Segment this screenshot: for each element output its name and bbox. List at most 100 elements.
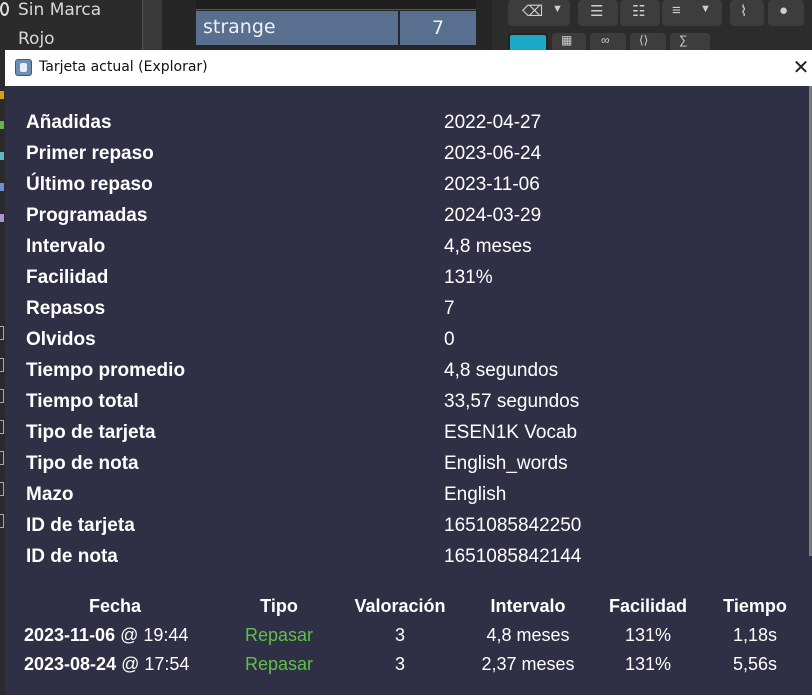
- info-label: Olvidos: [26, 329, 96, 350]
- review-type: Repasar: [244, 625, 314, 645]
- info-value: 4,8 segundos: [444, 360, 559, 381]
- info-row: Tiempo promedio 4,8 segundos: [26, 360, 786, 391]
- table-row[interactable]: [196, 0, 476, 10]
- info-row: Repasos 7: [26, 298, 786, 329]
- review-interval: 2,37 meses: [481, 654, 575, 674]
- review-time: 1,18s: [732, 625, 778, 645]
- info-row: ID de tarjeta 1651085842250: [26, 515, 786, 546]
- info-label: Tipo de nota: [26, 453, 139, 474]
- table-cell-count[interactable]: 7: [400, 11, 476, 45]
- info-value: 1651085842250: [444, 515, 582, 536]
- info-label: Facilidad: [26, 267, 109, 288]
- sidebar-item-rojo[interactable]: Rojo: [18, 29, 55, 49]
- info-value: ESEN1K Vocab: [444, 422, 578, 443]
- checkbox[interactable]: [0, 326, 4, 340]
- info-row: Facilidad 131%: [26, 267, 786, 298]
- info-value: English_words: [444, 453, 568, 474]
- info-value: 1651085842144: [444, 546, 582, 567]
- align-button[interactable]: ≡ ▼: [662, 0, 722, 26]
- info-value: 2023-11-06: [444, 174, 540, 195]
- search-icon: [0, 2, 9, 16]
- column-header-tipo: Tipo: [260, 596, 298, 616]
- info-value: 4,8 meses: [444, 236, 532, 257]
- background-scrollbar[interactable]: [142, 0, 162, 50]
- review-date: 2023-11-06 @ 19:44: [24, 625, 188, 646]
- record-button[interactable]: ●: [768, 0, 804, 26]
- info-value: 33,57 segundos: [444, 391, 580, 412]
- close-button[interactable]: ✕: [790, 50, 812, 86]
- bullet-list-icon: ☰: [590, 3, 604, 20]
- info-row: ID de nota 1651085842144: [26, 546, 786, 577]
- sidebar-item-sin-marca[interactable]: Sin Marca: [18, 0, 101, 20]
- microphone-icon: ●: [779, 2, 789, 19]
- info-label: Mazo: [26, 484, 74, 505]
- review-interval: 4,8 meses: [486, 625, 570, 645]
- info-value: 2024-03-29: [444, 205, 542, 226]
- info-label: Programadas: [26, 205, 148, 226]
- info-row: Olvidos 0: [26, 329, 786, 360]
- info-label: Repasos: [26, 298, 106, 319]
- review-date: 2023-08-24 @ 17:54: [24, 654, 189, 675]
- link-icon: ∞: [601, 33, 610, 47]
- info-label: Añadidas: [26, 112, 112, 133]
- eraser-button[interactable]: ⌫ ▼: [508, 0, 570, 26]
- dialog-titlebar[interactable]: Tarjeta actual (Explorar) ✕: [5, 50, 812, 86]
- chevron-down-icon: ▼: [700, 3, 711, 15]
- attach-button[interactable]: ⌇: [730, 0, 764, 26]
- checkbox[interactable]: [0, 358, 4, 372]
- editor-toolbar: ⌫ ▼ ☰ ☷ ≡ ▼ ⌇ ● ▦ ∞ ⟨⟩ ∑: [492, 0, 812, 53]
- highlight-icon: ▦: [561, 33, 573, 47]
- column-header-tiempo: Tiempo: [723, 596, 787, 616]
- review-time: 5,56s: [732, 654, 778, 674]
- info-row: Tipo de nota English_words: [26, 453, 786, 484]
- dialog-content: Añadidas 2022-04-27 Primer repaso 2023-06-2…: [5, 86, 812, 695]
- flag-color-icon: [0, 214, 4, 222]
- column-header-fecha: Fecha: [88, 596, 142, 616]
- review-rating: 3: [394, 654, 405, 674]
- app-icon: [15, 59, 32, 76]
- info-value: 131%: [444, 267, 493, 288]
- math-icon: ∑: [679, 33, 688, 47]
- table-cell-term[interactable]: strange: [196, 11, 398, 45]
- info-label: Tiempo total: [26, 391, 139, 412]
- info-row: Tiempo total 33,57 segundos: [26, 391, 786, 422]
- info-row: Tipo de tarjeta ESEN1K Vocab: [26, 422, 786, 453]
- eraser-icon: ⌫: [522, 3, 544, 20]
- numbered-list-button[interactable]: ☷: [620, 0, 660, 26]
- review-ease: 131%: [624, 654, 672, 674]
- info-value: 0: [444, 329, 455, 350]
- checkbox[interactable]: [0, 389, 4, 403]
- info-label: Último repaso: [26, 174, 153, 195]
- flag-color-icon: [0, 91, 4, 99]
- align-icon: ≡: [672, 2, 681, 19]
- checkbox[interactable]: [0, 420, 4, 434]
- flag-color-icon: [0, 121, 4, 129]
- dialog-title: Tarjeta actual (Explorar): [39, 59, 208, 75]
- bullet-list-button[interactable]: ☰: [578, 0, 618, 26]
- flag-color-icon: [0, 152, 4, 160]
- review-type: Repasar: [244, 654, 314, 674]
- review-rating: 3: [394, 625, 405, 645]
- info-row: Último repaso 2023-11-06: [26, 174, 786, 205]
- review-date-day: 2023-08-24: [24, 654, 117, 674]
- checkbox[interactable]: [0, 451, 4, 465]
- info-label: Intervalo: [26, 236, 106, 257]
- review-date-time: @ 19:44: [120, 625, 189, 645]
- numbered-list-icon: ☷: [632, 3, 646, 20]
- info-value: English: [444, 484, 507, 505]
- column-header-valoracion: Valoración: [354, 596, 446, 616]
- info-label: Tiempo promedio: [26, 360, 186, 381]
- info-row: Mazo English: [26, 484, 786, 515]
- info-row: Intervalo 4,8 meses: [26, 236, 786, 267]
- checkbox[interactable]: [0, 514, 4, 528]
- info-row: Añadidas 2022-04-27: [26, 112, 786, 143]
- chevron-down-icon: ▼: [552, 3, 563, 15]
- info-value: 2022-04-27: [444, 112, 542, 133]
- checkbox[interactable]: [0, 482, 4, 496]
- review-date-day: 2023-11-06: [24, 625, 116, 645]
- flag-color-icon: [0, 183, 4, 191]
- info-value: 2023-06-24: [444, 143, 542, 164]
- column-header-facilidad: Facilidad: [608, 596, 688, 616]
- cloze-icon: ⟨⟩: [639, 33, 649, 47]
- column-header-intervalo: Intervalo: [490, 596, 566, 616]
